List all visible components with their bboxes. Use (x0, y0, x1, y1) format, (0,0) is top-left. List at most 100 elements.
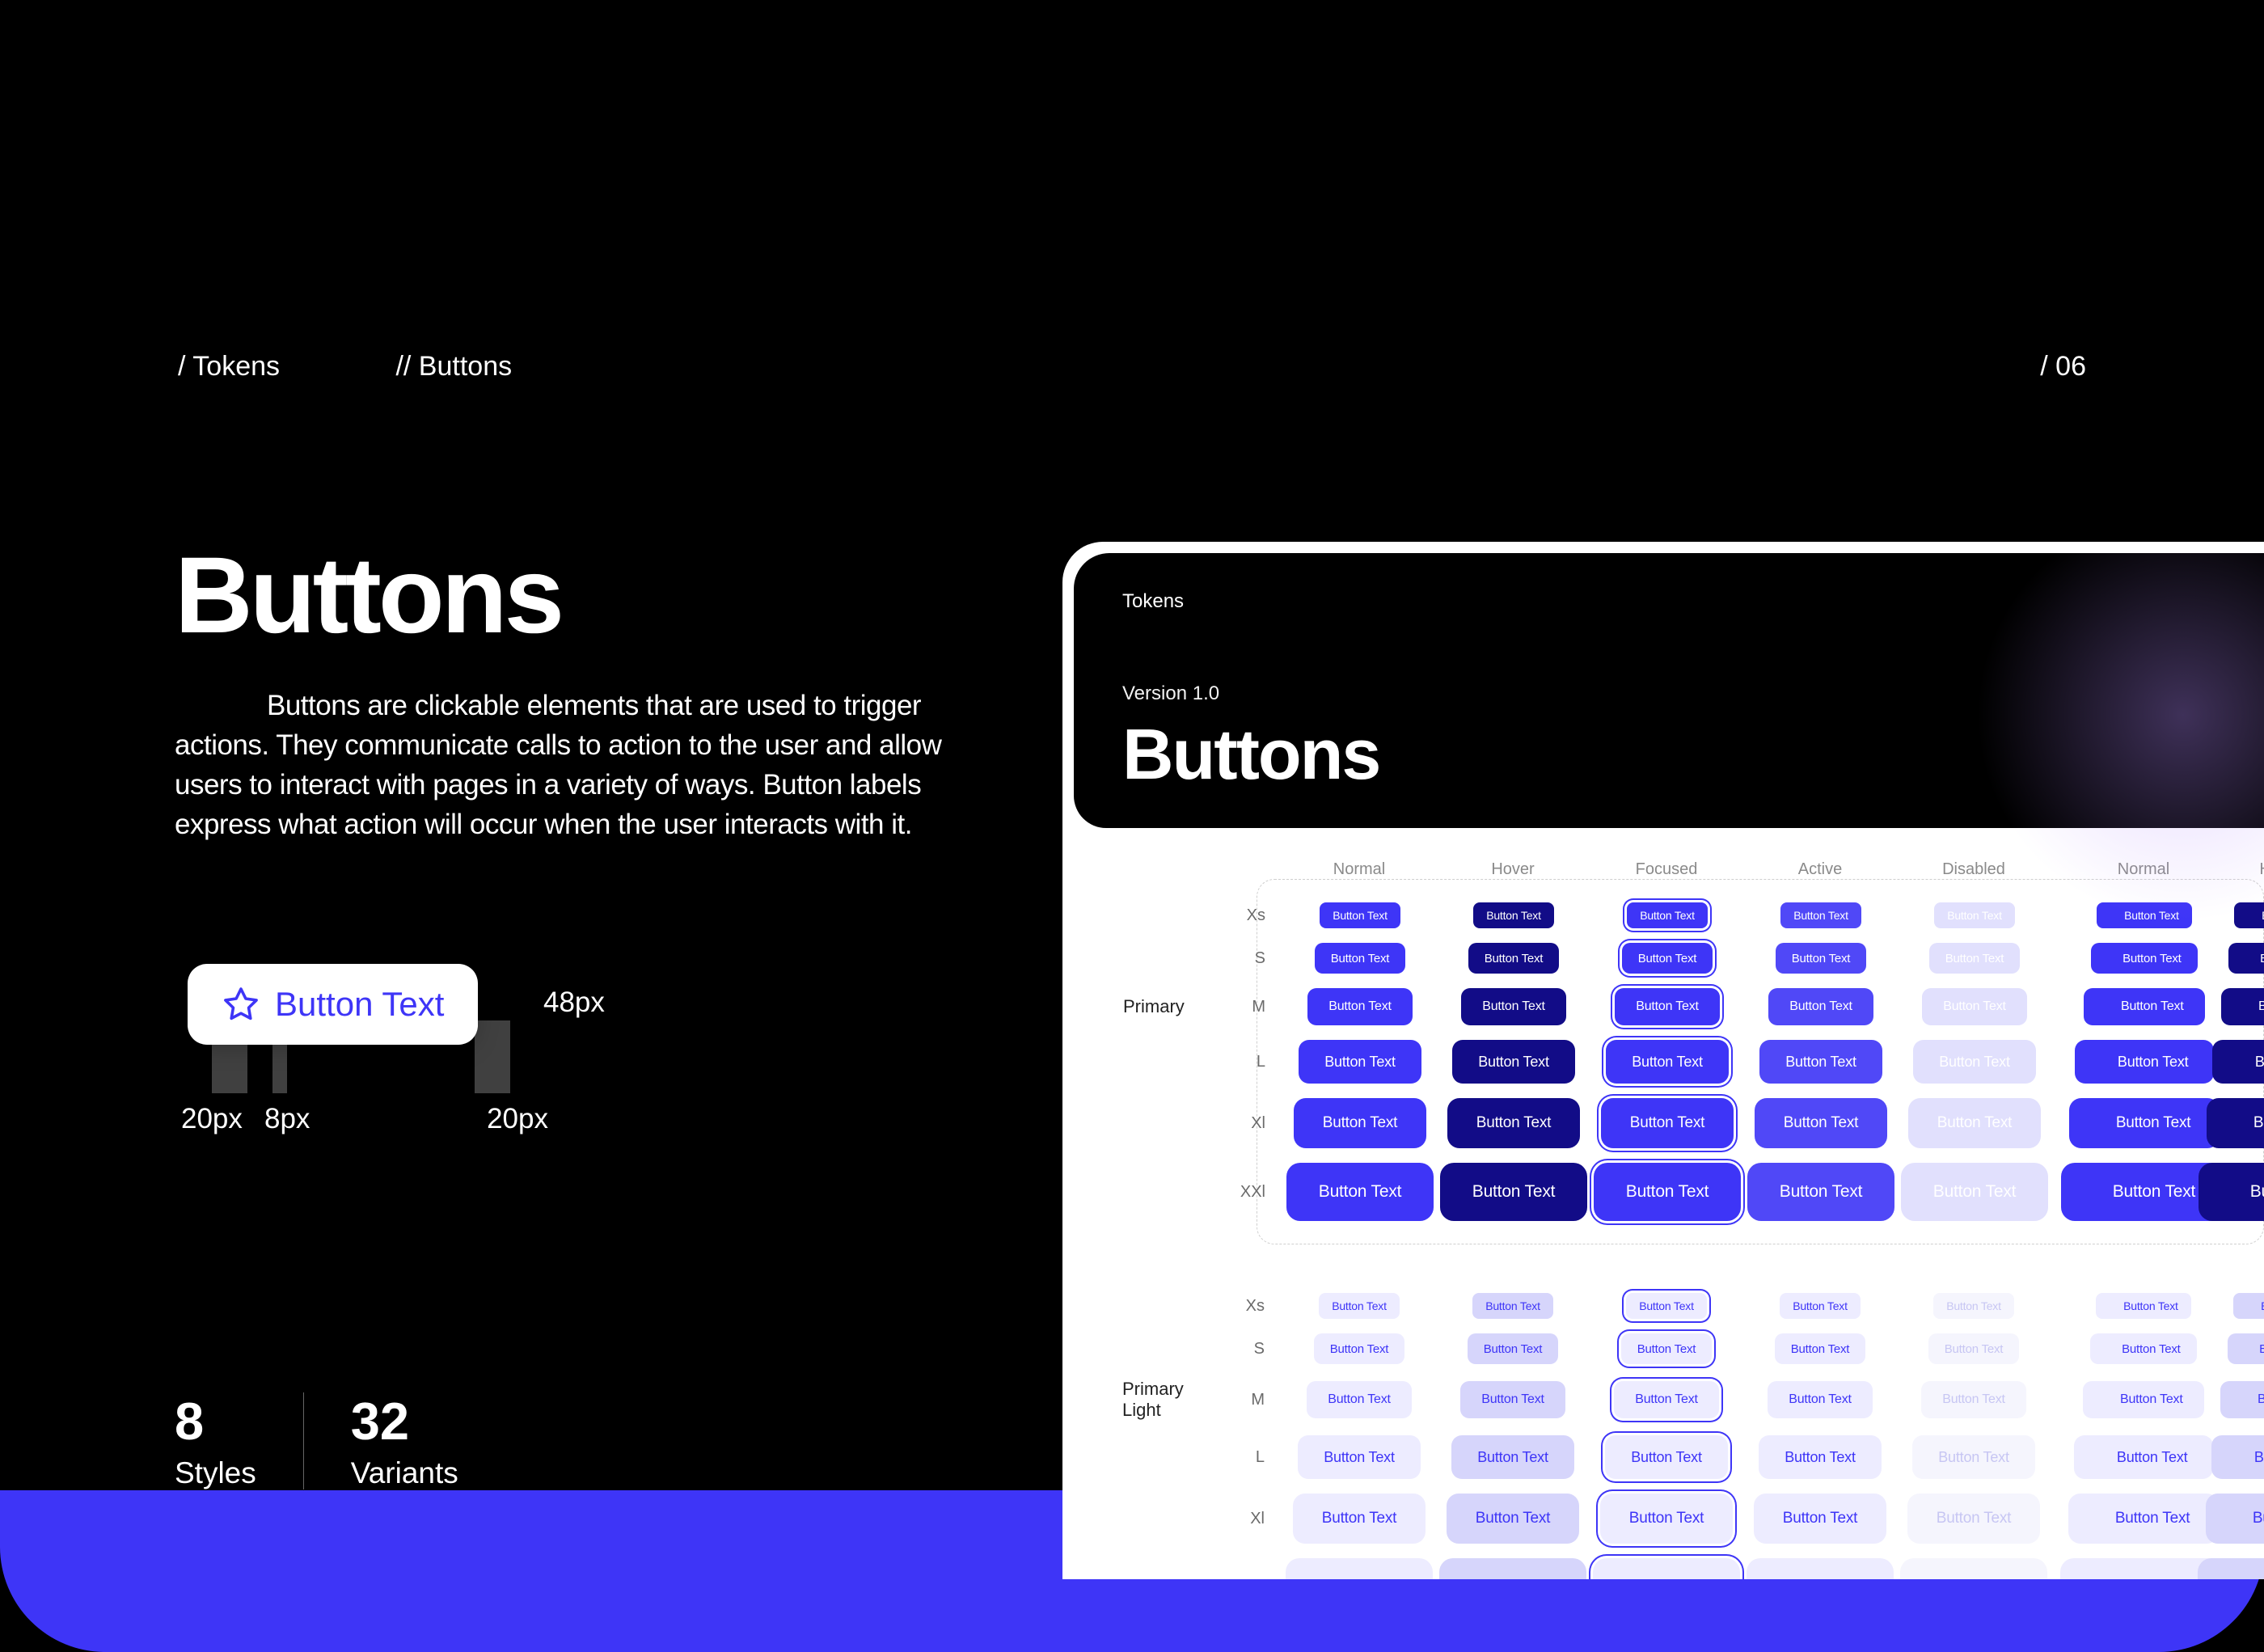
size-label-s: S (1230, 949, 1278, 968)
btn-light-xxl-hover[interactable]: Button Text (1439, 1558, 1586, 1579)
btn-light-l-disabled[interactable]: Button Text (1912, 1435, 2035, 1479)
size-label-m: M (1230, 998, 1278, 1016)
btn-light-m-active[interactable]: Button Text (1768, 1381, 1873, 1418)
btn-primary-m-active[interactable]: Button Text (1768, 988, 1873, 1025)
btn-primary-m-disabled[interactable]: Button Text (1922, 988, 2027, 1025)
group-label-primary: Primary (1123, 996, 1220, 1017)
sample-button[interactable]: Button Text (188, 964, 478, 1045)
btn-primary-s-disabled[interactable]: Button Text (1929, 943, 2021, 974)
size-label-xxl: XXl (1230, 1183, 1278, 1202)
btn-light-xxl-focused[interactable]: Button Text (1593, 1558, 1740, 1579)
btn-light-xs-hover[interactable]: Button Text (1472, 1293, 1553, 1319)
group-label-light: Primary Light (1122, 1379, 1219, 1421)
size-label-s: S (1229, 1340, 1278, 1358)
btn-light-xl-normal[interactable]: Button Text (1293, 1494, 1426, 1544)
btn-primary-m-hover[interactable]: Button Text (2221, 988, 2264, 1025)
btn-light-s-hover[interactable]: Button Text (2228, 1333, 2264, 1364)
btn-light-xl-disabled[interactable]: Button Text (1907, 1494, 2041, 1544)
btn-light-xs-hover[interactable]: Button Text (2233, 1293, 2264, 1319)
btn-light-m-hover[interactable]: Button Text (2220, 1381, 2264, 1418)
btn-light-m-disabled[interactable]: Button Text (1921, 1381, 2026, 1418)
btn-primary-m-hover[interactable]: Button Text (1461, 988, 1566, 1025)
btn-primary-s-hover[interactable]: Button Text (1468, 943, 1560, 974)
btn-light-m-normal[interactable]: Button Text (1307, 1381, 1412, 1418)
btn-primary-xxl-active[interactable]: Button Text (1747, 1163, 1894, 1221)
btn-primary-s-active[interactable]: Button Text (1776, 943, 1867, 974)
btn-light-l-normal[interactable]: Button Text (1298, 1435, 1421, 1479)
btn-light-xl-active[interactable]: Button Text (1754, 1494, 1887, 1544)
btn-primary-xs-hover[interactable]: Button Text (2234, 902, 2264, 928)
btn-primary-l-hover[interactable]: Button Text (2212, 1040, 2264, 1084)
canvas-tag: Tokens (1122, 590, 2215, 613)
btn-light-s-disabled[interactable]: Button Text (1928, 1333, 2020, 1364)
btn-primary-xl-normal[interactable]: Button Text (2069, 1098, 2220, 1148)
btn-light-xs-disabled[interactable]: Button Text (1933, 1293, 2014, 1319)
btn-light-l-normal[interactable]: Button Text (2074, 1435, 2214, 1479)
btn-primary-l-hover[interactable]: Button Text (1452, 1040, 1575, 1084)
btn-light-m-hover[interactable]: Button Text (1460, 1381, 1565, 1418)
state-col-hover: Hover (2209, 860, 2264, 879)
btn-light-xs-normal[interactable]: Button Text (1319, 1293, 1400, 1319)
btn-light-xs-active[interactable]: Button Text (1780, 1293, 1861, 1319)
btn-primary-s-normal[interactable]: Button Text (2091, 943, 2197, 974)
btn-primary-xxl-hover[interactable]: Button Text (2199, 1163, 2264, 1221)
btn-primary-xs-focused[interactable]: Button Text (1627, 902, 1708, 928)
btn-primary-m-focused[interactable]: Button Text (1615, 988, 1720, 1025)
btn-light-xxl-hover[interactable]: Button Text (2198, 1558, 2264, 1579)
padding-left-label: 20px (181, 1103, 243, 1135)
btn-primary-s-normal[interactable]: Button Text (1315, 943, 1406, 974)
btn-primary-xl-disabled[interactable]: Button Text (1908, 1098, 2042, 1148)
stat-styles: 8 Styles (175, 1391, 256, 1490)
btn-primary-m-normal[interactable]: Button Text (1307, 988, 1413, 1025)
btn-primary-l-disabled[interactable]: Button Text (1913, 1040, 2036, 1084)
state-col-active: Active (1748, 860, 1892, 879)
btn-primary-l-active[interactable]: Button Text (1759, 1040, 1882, 1084)
btn-light-xs-focused[interactable]: Button Text (1626, 1293, 1707, 1319)
btn-light-l-focused[interactable]: Button Text (1605, 1435, 1728, 1479)
btn-primary-xs-active[interactable]: Button Text (1780, 902, 1861, 928)
btn-light-m-focused[interactable]: Button Text (1614, 1381, 1719, 1418)
btn-light-xxl-disabled[interactable]: Button Text (1900, 1558, 2047, 1579)
btn-primary-xl-hover[interactable]: Button Text (1447, 1098, 1581, 1148)
btn-primary-xs-disabled[interactable]: Button Text (1934, 902, 2015, 928)
btn-light-l-hover[interactable]: Button Text (2211, 1435, 2264, 1479)
btn-light-xs-normal[interactable]: Button Text (2096, 1293, 2190, 1319)
btn-light-xl-normal[interactable]: Button Text (2068, 1494, 2220, 1544)
btn-primary-xxl-focused[interactable]: Button Text (1594, 1163, 1741, 1221)
btn-primary-xs-hover[interactable]: Button Text (1473, 902, 1554, 928)
btn-primary-xs-normal[interactable]: Button Text (1320, 902, 1400, 928)
btn-primary-xxl-disabled[interactable]: Button Text (1901, 1163, 2048, 1221)
btn-primary-xl-normal[interactable]: Button Text (1294, 1098, 1427, 1148)
btn-light-l-hover[interactable]: Button Text (1451, 1435, 1574, 1479)
page-description: Buttons are clickable elements that are … (175, 686, 983, 844)
btn-primary-xl-hover[interactable]: Button Text (2207, 1098, 2264, 1148)
btn-light-xl-hover[interactable]: Button Text (1447, 1494, 1580, 1544)
btn-light-m-normal[interactable]: Button Text (2083, 1381, 2203, 1418)
breadcrumb-tokens: / Tokens (178, 351, 280, 382)
btn-primary-s-focused[interactable]: Button Text (1622, 943, 1713, 974)
btn-primary-l-normal[interactable]: Button Text (1299, 1040, 1421, 1084)
btn-light-xxl-normal[interactable]: Button Text (1286, 1558, 1433, 1579)
btn-primary-m-normal[interactable]: Button Text (2084, 988, 2204, 1025)
btn-light-l-active[interactable]: Button Text (1759, 1435, 1882, 1479)
btn-light-xxl-active[interactable]: Button Text (1747, 1558, 1894, 1579)
btn-primary-xl-active[interactable]: Button Text (1755, 1098, 1888, 1148)
btn-primary-xs-normal[interactable]: Button Text (2097, 902, 2191, 928)
size-label-xs: Xs (1230, 906, 1278, 925)
btn-light-s-hover[interactable]: Button Text (1468, 1333, 1559, 1364)
btn-light-xl-hover[interactable]: Button Text (2206, 1494, 2264, 1544)
height-label: 48px (543, 987, 605, 1019)
btn-light-xl-focused[interactable]: Button Text (1600, 1494, 1734, 1544)
btn-primary-xxl-normal[interactable]: Button Text (1286, 1163, 1434, 1221)
btn-primary-xl-focused[interactable]: Button Text (1601, 1098, 1734, 1148)
btn-light-s-normal[interactable]: Button Text (1314, 1333, 1405, 1364)
btn-primary-l-normal[interactable]: Button Text (2075, 1040, 2215, 1084)
breadcrumb-buttons: // Buttons (395, 351, 512, 382)
btn-primary-s-hover[interactable]: Button Text (2228, 943, 2264, 974)
btn-light-s-focused[interactable]: Button Text (1621, 1333, 1713, 1364)
breadcrumb: / Tokens // Buttons (178, 351, 512, 382)
btn-light-s-active[interactable]: Button Text (1775, 1333, 1866, 1364)
btn-light-s-normal[interactable]: Button Text (2090, 1333, 2196, 1364)
btn-primary-xxl-hover[interactable]: Button Text (1440, 1163, 1587, 1221)
btn-primary-l-focused[interactable]: Button Text (1606, 1040, 1729, 1084)
